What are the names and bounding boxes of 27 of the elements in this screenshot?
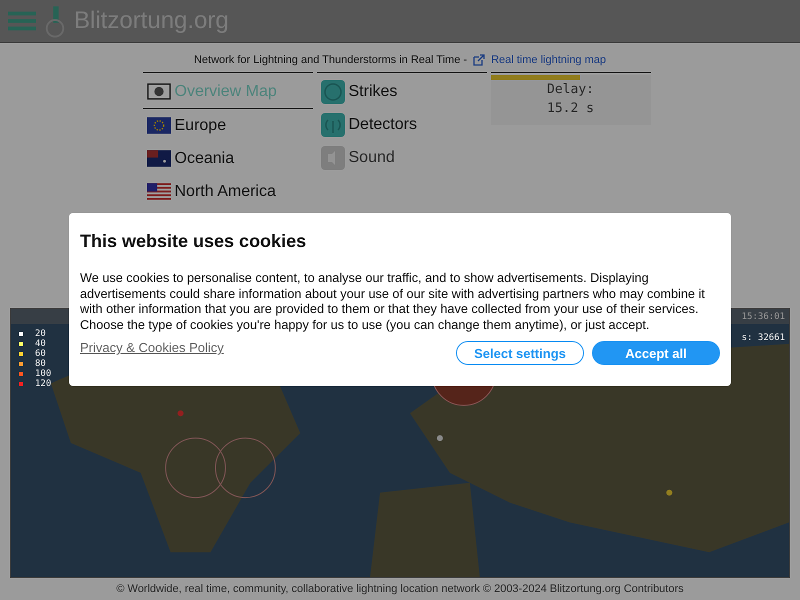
- tagline-text: Network for Lightning and Thunderstorms in Real Time -: [194, 54, 468, 66]
- delay-label: Delay:: [546, 81, 595, 99]
- legend-label: 120: [35, 379, 52, 389]
- feature-menu-item[interactable]: Detectors: [316, 108, 486, 141]
- menu-icon[interactable]: [8, 9, 36, 33]
- feature-icon: [320, 80, 344, 104]
- legend-label: 100: [35, 369, 52, 379]
- legend-label: 60: [35, 349, 46, 359]
- legend-label: 80: [35, 359, 46, 369]
- policy-link[interactable]: Privacy & Cookies Policy: [80, 340, 224, 355]
- footer-text: © Worldwide, real time, community, collaborative lightning location network © 2003-2024 Blitzortung.org Contributors: [115, 583, 685, 595]
- map-link[interactable]: Real time lightning map: [491, 54, 606, 66]
- legend-label: 40: [35, 339, 46, 349]
- map-time: 15:36:01: [742, 312, 785, 322]
- feature-icon: [320, 146, 344, 170]
- feature-menu-item[interactable]: Strikes: [316, 75, 486, 108]
- lightning-logo-icon: [44, 4, 66, 38]
- accept-button[interactable]: Accept all: [592, 341, 720, 365]
- dialog-title: This website uses cookies: [80, 231, 308, 252]
- legend-label: 20: [35, 329, 46, 339]
- region-menu-item[interactable]: North America: [142, 175, 312, 208]
- settings-button[interactable]: Select settings: [456, 341, 584, 365]
- feature-icon: [320, 112, 344, 136]
- delay-value: 15.2 s: [546, 100, 595, 118]
- region-menu-item[interactable]: Oceania: [142, 142, 312, 175]
- external-link-icon: [473, 54, 486, 66]
- region-menu-item[interactable]: Europe: [142, 109, 312, 142]
